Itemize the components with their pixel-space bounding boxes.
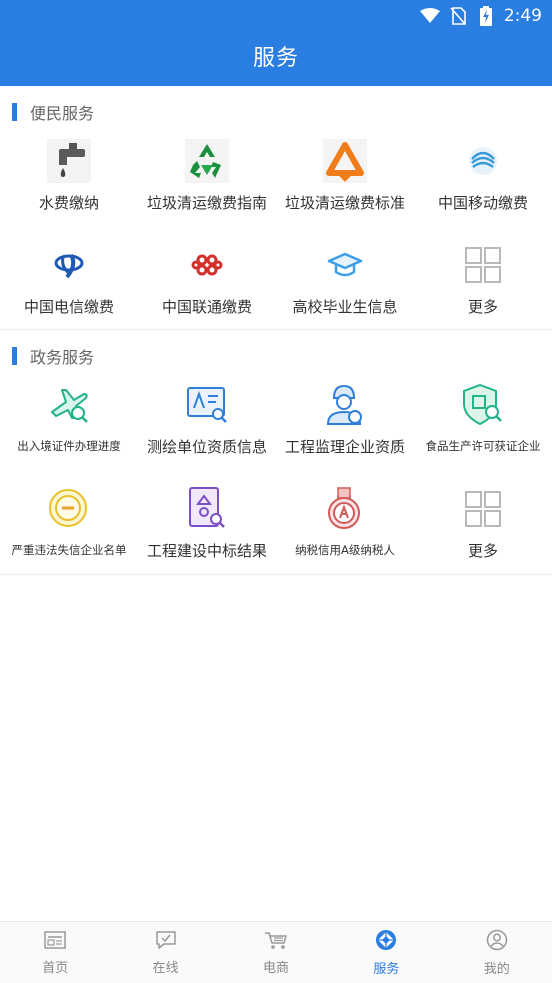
service-label: 更多 xyxy=(467,298,498,316)
china-telecom-icon xyxy=(46,242,92,288)
graduation-cap-icon xyxy=(322,242,368,288)
service-surveying-qualification[interactable]: 测绘单位资质信息 xyxy=(138,378,276,482)
status-time: 2:49 xyxy=(503,6,542,26)
service-label: 中国移动缴费 xyxy=(437,194,528,212)
faucet-icon xyxy=(46,138,92,184)
service-garbage-standard[interactable]: 垃圾清运缴费标准 xyxy=(276,134,414,238)
service-label: 严重违法失信企业名单 xyxy=(11,543,127,557)
china-unicom-icon xyxy=(184,242,230,288)
service-more[interactable]: 更多 xyxy=(414,238,552,342)
service-label: 垃圾清运缴费指南 xyxy=(146,194,267,212)
user-profile-icon xyxy=(486,929,508,955)
nav-ecommerce[interactable]: 电商 xyxy=(221,922,331,983)
nav-label: 首页 xyxy=(42,960,69,976)
section-header: 便民服务 xyxy=(12,102,95,123)
service-label: 纳税信用A级纳税人 xyxy=(295,543,395,557)
battery-charging-icon xyxy=(476,6,496,26)
service-exit-entry-progress[interactable]: 出入境证件办理进度 xyxy=(0,378,138,482)
service-more[interactable]: 更多 xyxy=(414,482,552,586)
bottom-nav: 首页 在线 电商 服务 我的 xyxy=(0,921,552,983)
violation-badge-icon xyxy=(46,486,92,532)
no-sim-icon xyxy=(448,6,468,26)
service-label: 测绘单位资质信息 xyxy=(146,438,267,456)
service-china-telecom[interactable]: 中国电信缴费 xyxy=(0,238,138,342)
grid-more-icon xyxy=(460,242,506,288)
nav-label: 在线 xyxy=(152,960,179,976)
service-label: 工程建设中标结果 xyxy=(146,542,267,560)
service-label: 水费缴纳 xyxy=(38,194,99,212)
china-mobile-icon xyxy=(460,138,506,184)
recycle-triangle-icon xyxy=(322,138,368,184)
service-label: 食品生产许可获证企业 xyxy=(425,439,541,453)
nav-online[interactable]: 在线 xyxy=(110,922,220,983)
section-accent-bar xyxy=(12,103,17,121)
chat-check-icon xyxy=(155,930,177,954)
certificate-search-icon xyxy=(184,382,230,428)
service-label: 出入境证件办理进度 xyxy=(17,439,121,453)
status-bar: 2:49 xyxy=(419,4,542,28)
nav-label: 我的 xyxy=(483,961,510,977)
medal-a-icon xyxy=(322,486,368,532)
nav-home[interactable]: 首页 xyxy=(0,922,110,983)
nav-label: 电商 xyxy=(262,960,289,976)
government-services-section: 政务服务 出入境证件办理进度 测绘单位资质信息 工程监理企业资质 食品生产许可获… xyxy=(0,334,552,575)
service-china-unicom[interactable]: 中国联通缴费 xyxy=(138,238,276,342)
nav-me[interactable]: 我的 xyxy=(442,922,552,983)
engineer-helmet-icon xyxy=(322,382,368,428)
service-label: 垃圾清运缴费标准 xyxy=(284,194,405,212)
service-label: 中国电信缴费 xyxy=(23,298,114,316)
nav-services[interactable]: 服务 xyxy=(331,922,441,983)
section-accent-bar xyxy=(12,347,17,365)
home-news-icon xyxy=(44,930,66,954)
service-graduate-info[interactable]: 高校毕业生信息 xyxy=(276,238,414,342)
section-title: 政务服务 xyxy=(30,348,95,367)
service-china-mobile[interactable]: 中国移动缴费 xyxy=(414,134,552,238)
service-tax-credit-a[interactable]: 纳税信用A级纳税人 xyxy=(276,482,414,586)
recycle-icon xyxy=(184,138,230,184)
airplane-search-icon xyxy=(46,382,92,428)
service-supervision-qualification[interactable]: 工程监理企业资质 xyxy=(276,378,414,482)
service-label: 工程监理企业资质 xyxy=(284,438,405,456)
service-bid-results[interactable]: 工程建设中标结果 xyxy=(138,482,276,586)
grid-more-icon xyxy=(460,486,506,532)
shopping-cart-icon xyxy=(264,930,288,954)
service-water-fee[interactable]: 水费缴纳 xyxy=(0,134,138,238)
section-title: 便民服务 xyxy=(30,104,95,123)
page-title: 服务 xyxy=(252,46,299,71)
tender-document-icon xyxy=(184,486,230,532)
service-garbage-guide[interactable]: 垃圾清运缴费指南 xyxy=(138,134,276,238)
service-food-license[interactable]: 食品生产许可获证企业 xyxy=(414,378,552,482)
app-header: 2:49 服务 xyxy=(0,0,552,86)
service-label: 中国联通缴费 xyxy=(161,298,252,316)
section-header: 政务服务 xyxy=(12,346,95,367)
convenience-services-section: 便民服务 水费缴纳 垃圾清运缴费指南 垃圾清运缴费标准 中国移动缴费 中国电信缴… xyxy=(0,90,552,330)
nav-label: 服务 xyxy=(373,961,400,977)
service-dishonest-list[interactable]: 严重违法失信企业名单 xyxy=(0,482,138,586)
service-diamond-icon xyxy=(375,929,397,955)
service-label: 更多 xyxy=(467,542,498,560)
food-shield-icon xyxy=(460,382,506,428)
wifi-icon xyxy=(419,6,440,26)
service-label: 高校毕业生信息 xyxy=(292,298,398,316)
